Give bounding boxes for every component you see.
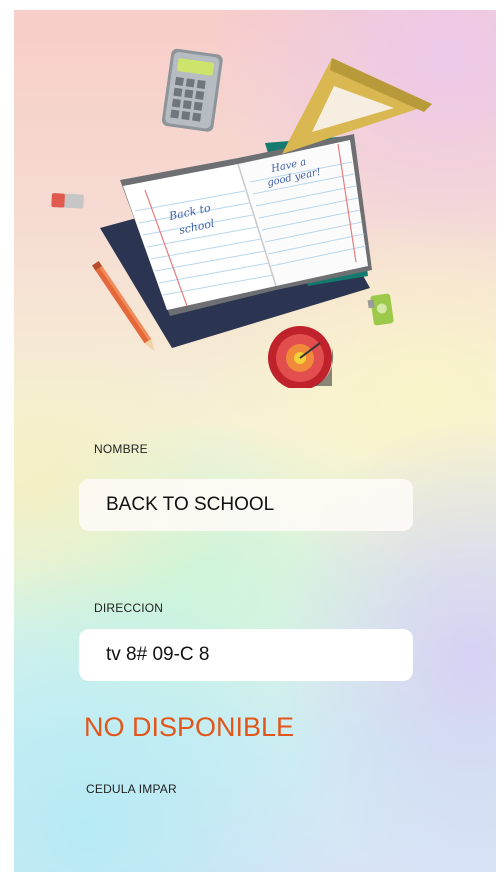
nombre-value: BACK TO SCHOOL: [106, 494, 275, 515]
eraser-icon: [51, 193, 84, 209]
apple-target-icon: [268, 326, 334, 388]
sharpener-icon: [367, 293, 394, 326]
back-to-school-illustration: Back to school Have a good year!: [51, 48, 432, 388]
cedula-label: CEDULA IMPAR: [86, 782, 177, 796]
availability-status: NO DISPONIBLE: [84, 712, 295, 742]
direccion-value: tv 8# 09-C 8: [106, 644, 210, 665]
nombre-label: NOMBRE: [94, 442, 148, 456]
calculator-icon: [161, 48, 223, 132]
app-screen: Back to school Have a good year! NOMBRE …: [14, 10, 496, 872]
direccion-label: DIRECCION: [94, 601, 164, 615]
nombre-field[interactable]: BACK TO SCHOOL: [79, 479, 413, 531]
direccion-field[interactable]: tv 8# 09-C 8: [79, 629, 413, 681]
triangle-ruler-icon: [282, 58, 432, 154]
